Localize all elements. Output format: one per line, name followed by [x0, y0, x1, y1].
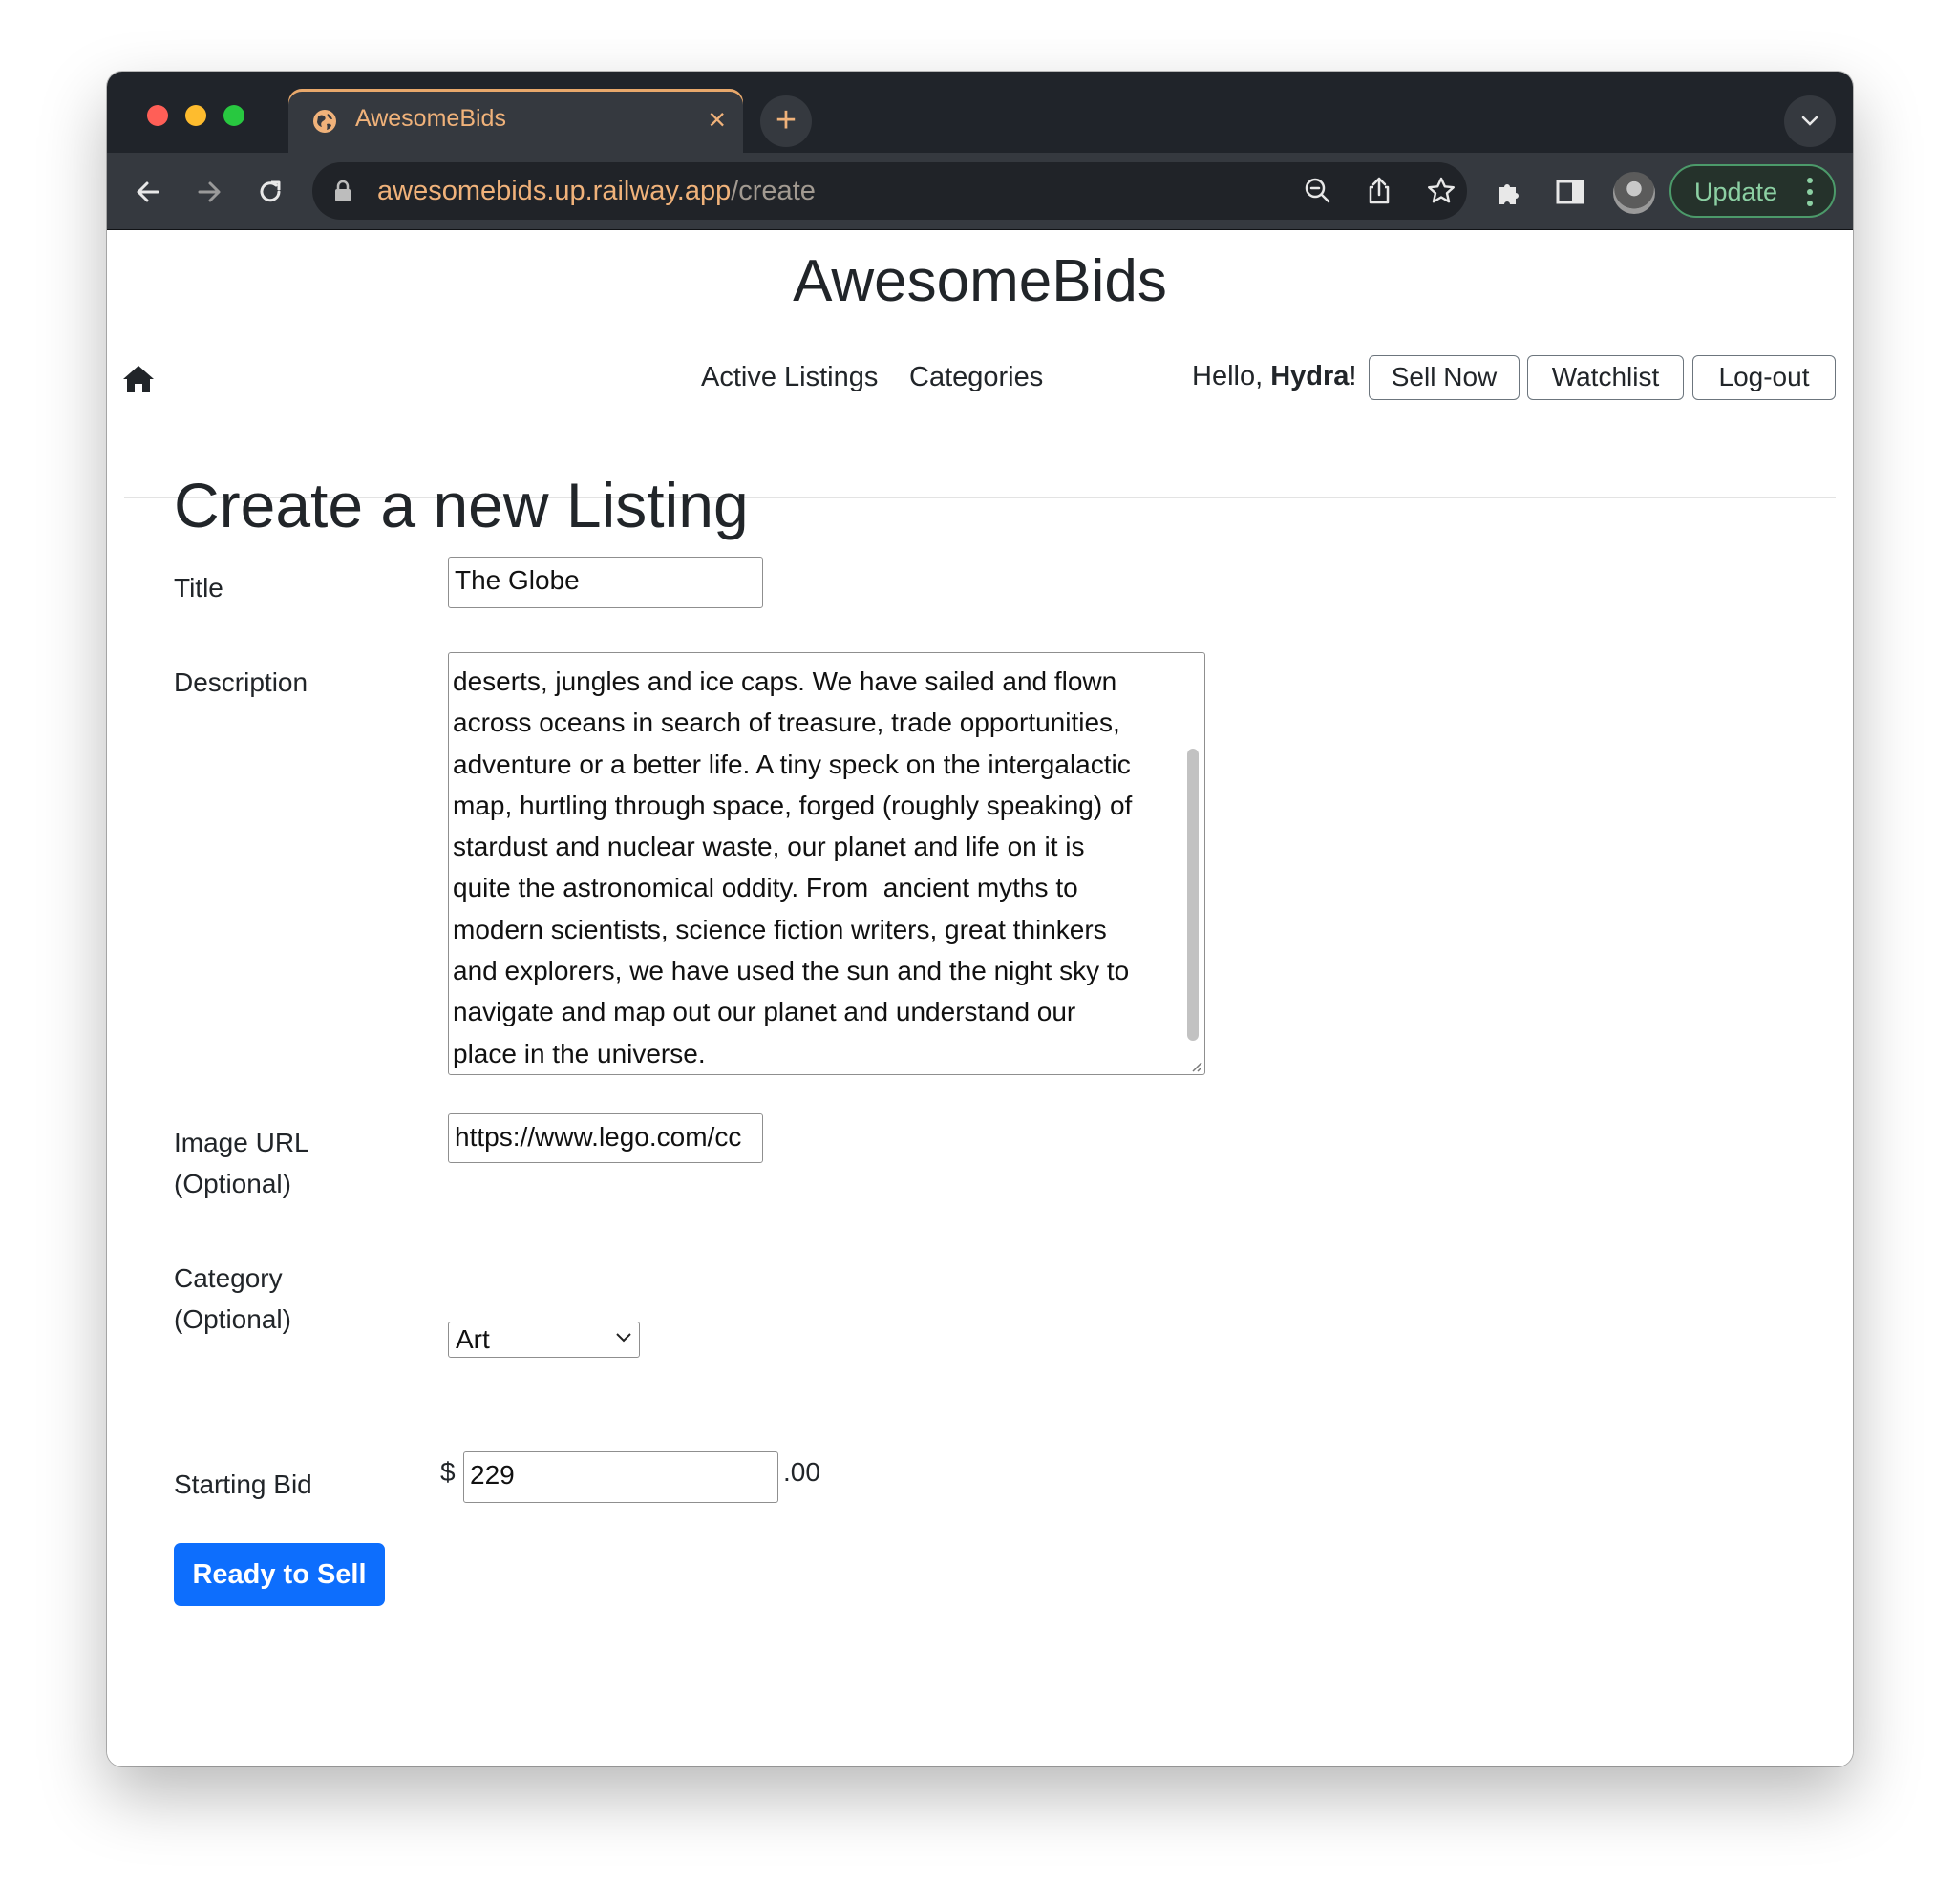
- resize-handle-icon[interactable]: [1189, 1059, 1202, 1072]
- category-selected-value: Art: [456, 1324, 490, 1354]
- greeting-suffix: !: [1349, 361, 1357, 391]
- forward-icon[interactable]: [193, 176, 225, 208]
- lock-icon: [335, 180, 351, 201]
- ready-to-sell-button[interactable]: Ready to Sell: [174, 1543, 385, 1606]
- sidebar-icon[interactable]: [1554, 176, 1586, 208]
- textarea-scrollbar[interactable]: [1187, 749, 1199, 1041]
- profile-avatar[interactable]: [1613, 172, 1655, 214]
- address-bar[interactable]: awesomebids.up.railway.app/create: [312, 162, 1467, 220]
- url-host: awesomebids.up.railway.app: [377, 176, 732, 206]
- update-button[interactable]: Update: [1669, 164, 1836, 218]
- image-url-input[interactable]: https://www.lego.com/cc: [448, 1113, 763, 1163]
- starting-bid-label: Starting Bid: [174, 1470, 312, 1499]
- currency-symbol: $: [440, 1457, 456, 1487]
- update-label: Update: [1694, 178, 1778, 206]
- category-label-line2: (Optional): [174, 1304, 291, 1334]
- description-label: Description: [174, 667, 308, 697]
- watchlist-button[interactable]: Watchlist: [1527, 355, 1684, 400]
- tab-title: AwesomeBids: [355, 105, 506, 132]
- image-url-label: Image URL (Optional): [174, 1122, 309, 1204]
- page-content: AwesomeBids Active Listings Categories H…: [107, 230, 1853, 1766]
- maximize-window-button[interactable]: [223, 105, 244, 126]
- share-icon[interactable]: [1363, 175, 1395, 207]
- greeting: Hello, Hydra!: [1192, 361, 1356, 392]
- starting-bid-input[interactable]: 229: [463, 1451, 778, 1503]
- tab-close-icon[interactable]: ×: [708, 100, 726, 138]
- username: Hydra: [1270, 361, 1350, 391]
- globe-icon: [313, 110, 336, 133]
- category-select[interactable]: Art: [448, 1322, 640, 1358]
- site-title: AwesomeBids: [793, 248, 1167, 314]
- home-icon[interactable]: [122, 364, 155, 394]
- back-icon[interactable]: [132, 176, 164, 208]
- minimize-window-button[interactable]: [185, 105, 206, 126]
- nav-categories[interactable]: Categories: [909, 362, 1043, 393]
- chevron-down-icon: [1801, 116, 1818, 126]
- description-text: deserts, jungles and ice caps. We have s…: [453, 666, 1133, 1068]
- new-tab-button[interactable]: +: [760, 95, 812, 147]
- extensions-icon[interactable]: [1493, 176, 1525, 208]
- page-title: Create a new Listing: [174, 470, 749, 540]
- image-url-label-line2: (Optional): [174, 1169, 291, 1198]
- reload-icon[interactable]: [254, 176, 287, 208]
- title-label: Title: [174, 573, 223, 603]
- browser-toolbar: awesomebids.up.railway.app/create Update: [107, 153, 1853, 230]
- image-url-label-line1: Image URL: [174, 1128, 309, 1157]
- category-label-line1: Category: [174, 1263, 283, 1293]
- sell-now-button[interactable]: Sell Now: [1369, 355, 1520, 400]
- bookmark-star-icon[interactable]: [1425, 175, 1457, 207]
- category-label: Category (Optional): [174, 1258, 291, 1340]
- nav-active-listings[interactable]: Active Listings: [701, 362, 878, 393]
- url-text: awesomebids.up.railway.app/create: [377, 176, 816, 207]
- chevron-down-icon: [616, 1333, 631, 1343]
- greeting-prefix: Hello,: [1192, 361, 1271, 391]
- close-window-button[interactable]: [147, 105, 168, 126]
- browser-tab[interactable]: AwesomeBids ×: [288, 89, 743, 153]
- url-path: /create: [731, 176, 816, 206]
- description-textarea[interactable]: deserts, jungles and ice caps. We have s…: [448, 652, 1205, 1075]
- bid-cents: .00: [783, 1457, 820, 1487]
- tab-search-button[interactable]: [1784, 95, 1836, 147]
- zoom-icon[interactable]: [1302, 175, 1334, 207]
- logout-button[interactable]: Log-out: [1692, 355, 1836, 400]
- browser-window: AwesomeBids × + awesomebids.up.railway.a…: [107, 72, 1853, 1766]
- more-icon: [1807, 178, 1813, 206]
- tab-strip: AwesomeBids × +: [107, 72, 1853, 153]
- title-input[interactable]: The Globe: [448, 557, 763, 608]
